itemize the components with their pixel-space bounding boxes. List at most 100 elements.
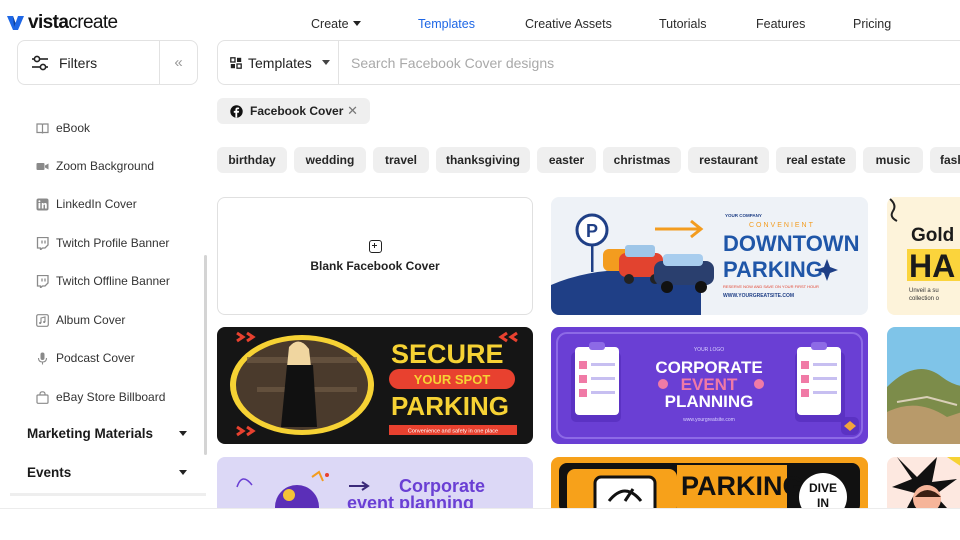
template-card-comic-character[interactable]	[887, 457, 960, 508]
template-preview-parking-dive-in: PARKING DIVE IN	[551, 457, 868, 508]
template-preview-landscape	[887, 327, 960, 444]
sidebar-item-ebook[interactable]: eBook	[36, 120, 90, 136]
svg-text:DOWNTOWN: DOWNTOWN	[723, 231, 859, 256]
twitch-icon	[36, 274, 49, 288]
microphone-icon	[37, 352, 48, 364]
facebook-icon	[230, 104, 243, 118]
tag-chip-real-estate[interactable]: real estate	[776, 147, 856, 173]
double-chevron-left-icon: «	[174, 54, 183, 71]
svg-text:YOUR COMPANY: YOUR COMPANY	[725, 213, 762, 218]
sidebar-item-zoom-background[interactable]: Zoom Background	[36, 158, 154, 174]
sidebar-item-twitch-offline-banner[interactable]: Twitch Offline Banner	[36, 273, 170, 289]
sidebar-item-podcast-cover[interactable]: Podcast Cover	[36, 350, 135, 366]
caret-down-icon	[179, 470, 187, 475]
caret-down-icon	[352, 21, 361, 26]
tag-chip-christmas[interactable]: christmas	[603, 147, 681, 173]
svg-text:YOUR LOGO: YOUR LOGO	[694, 347, 724, 353]
svg-text:CONVENIENT: CONVENIENT	[749, 222, 815, 229]
nav-create[interactable]: Create	[311, 17, 361, 31]
svg-text:Gold: Gold	[911, 225, 954, 246]
page-bottom-area	[0, 508, 960, 540]
nav-templates[interactable]: Templates	[418, 17, 475, 31]
twitch-icon	[36, 236, 49, 250]
music-note-icon	[36, 313, 49, 327]
svg-text:DIVE: DIVE	[809, 481, 837, 495]
svg-text:www.yourgreatsite.com: www.yourgreatsite.com	[683, 417, 735, 423]
active-filter-label: Facebook Cover	[250, 104, 344, 118]
logo-text: vistacreate	[28, 12, 118, 33]
nav-features[interactable]: Features	[756, 17, 805, 31]
tag-chip-wedding[interactable]: wedding	[294, 147, 366, 173]
sidebar-item-ebay-store-billboard[interactable]: eBay Store Billboard	[36, 389, 165, 405]
filters-button[interactable]: Filters	[18, 41, 159, 84]
nav-tutorials[interactable]: Tutorials	[659, 17, 706, 31]
template-card-secure-parking[interactable]: SECURE YOUR SPOT PARKING Convenience and…	[217, 327, 533, 444]
svg-text:Unveil a su: Unveil a su	[909, 288, 939, 294]
sidebar-section-events[interactable]: Events	[27, 465, 187, 480]
svg-text:Convenience and safety in one: Convenience and safety in one place	[408, 429, 498, 435]
caret-down-icon	[321, 60, 330, 65]
svg-text:P: P	[586, 221, 598, 241]
nav-creative-assets[interactable]: Creative Assets	[525, 17, 612, 31]
content-type-dropdown[interactable]: Templates	[218, 41, 339, 84]
blank-card-label: Blank Facebook Cover	[310, 258, 440, 273]
tag-chip-fashion[interactable]: fash	[930, 147, 960, 173]
nav-pricing[interactable]: Pricing	[853, 17, 891, 31]
linkedin-icon	[36, 198, 49, 210]
vistacreate-logo[interactable]: vistacreate	[7, 12, 118, 34]
tag-chip-easter[interactable]: easter	[537, 147, 596, 173]
template-card-gold-ha[interactable]: Gold HA Unveil a su collection o	[887, 197, 960, 315]
svg-text:PLANNING: PLANNING	[665, 392, 754, 411]
svg-text:WWW.YOURGREATSITE.COM: WWW.YOURGREATSITE.COM	[723, 293, 794, 299]
svg-text:IN: IN	[817, 496, 829, 508]
svg-text:SECURE: SECURE	[391, 339, 504, 369]
blank-facebook-cover-card[interactable]: Blank Facebook Cover	[217, 197, 533, 315]
content-type-label: Templates	[248, 54, 312, 71]
top-navigation: vistacreate Create Templates Creative As…	[0, 0, 960, 40]
filters-label: Filters	[59, 54, 98, 71]
template-preview-corporate-event: YOUR LOGO CORPORATE EVENT PLANNING www.y…	[551, 327, 868, 444]
tag-chip-thanksgiving[interactable]: thanksgiving	[436, 147, 530, 173]
sidebar-item-linkedin-cover[interactable]: LinkedIn Cover	[36, 196, 137, 212]
sidebar-scrollbar[interactable]	[204, 255, 207, 455]
shopping-bag-icon	[36, 390, 49, 404]
active-filter-chip[interactable]: Facebook Cover ✕	[217, 98, 370, 124]
template-card-corporate-event[interactable]: YOUR LOGO CORPORATE EVENT PLANNING www.y…	[551, 327, 868, 444]
template-card-parking-dive-in[interactable]: PARKING DIVE IN	[551, 457, 868, 508]
search-bar: Templates	[217, 40, 960, 85]
search-input[interactable]	[351, 54, 751, 71]
svg-text:PARKING: PARKING	[723, 257, 823, 282]
tag-chip-music[interactable]: music	[863, 147, 923, 173]
template-card-corporate-event-planning[interactable]: Corporate event planning	[217, 457, 533, 508]
category-sidebar: eBook Zoom Background LinkedIn Cover Twi…	[0, 95, 210, 540]
template-preview-gold-ha: Gold HA Unveil a su collection o	[887, 197, 960, 315]
sidebar-item-twitch-profile-banner[interactable]: Twitch Profile Banner	[36, 235, 169, 251]
tag-chip-travel[interactable]: travel	[373, 147, 429, 173]
svg-text:HA: HA	[909, 248, 955, 284]
video-camera-icon	[36, 162, 49, 170]
grid-icon	[230, 56, 242, 69]
logo-mark-icon	[7, 16, 24, 30]
tag-chip-restaurant[interactable]: restaurant	[688, 147, 769, 173]
template-preview-secure-parking: SECURE YOUR SPOT PARKING Convenience and…	[217, 327, 533, 444]
svg-text:collection o: collection o	[909, 296, 940, 302]
sidebar-section-marketing-materials[interactable]: Marketing Materials	[27, 426, 187, 441]
book-icon	[36, 122, 49, 134]
template-card-downtown-parking[interactable]: P YOUR COMPANY CONVENIENT DOWNTOWN PARKI…	[551, 197, 868, 315]
template-card-landscape[interactable]	[887, 327, 960, 444]
remove-filter-icon[interactable]: ✕	[347, 103, 358, 119]
caret-down-icon	[179, 431, 187, 436]
collapse-sidebar-button[interactable]: «	[159, 41, 197, 84]
filters-panel-header: Filters «	[17, 40, 198, 85]
svg-text:event planning: event planning	[347, 493, 474, 508]
template-preview-downtown-parking: P YOUR COMPANY CONVENIENT DOWNTOWN PARKI…	[551, 197, 868, 315]
svg-text:RESERVE NOW AND SAVE ON YOUR F: RESERVE NOW AND SAVE ON YOUR FIRST HOUR	[723, 284, 819, 289]
template-preview-comic-character	[887, 457, 960, 508]
svg-text:PARKING: PARKING	[391, 391, 509, 421]
svg-text:PARKING: PARKING	[681, 471, 804, 501]
plus-square-icon	[368, 239, 382, 253]
sliders-icon	[32, 55, 48, 70]
sidebar-item-album-cover[interactable]: Album Cover	[36, 312, 125, 328]
template-preview-corporate-event-planning: Corporate event planning	[217, 457, 533, 508]
tag-chip-birthday[interactable]: birthday	[217, 147, 287, 173]
